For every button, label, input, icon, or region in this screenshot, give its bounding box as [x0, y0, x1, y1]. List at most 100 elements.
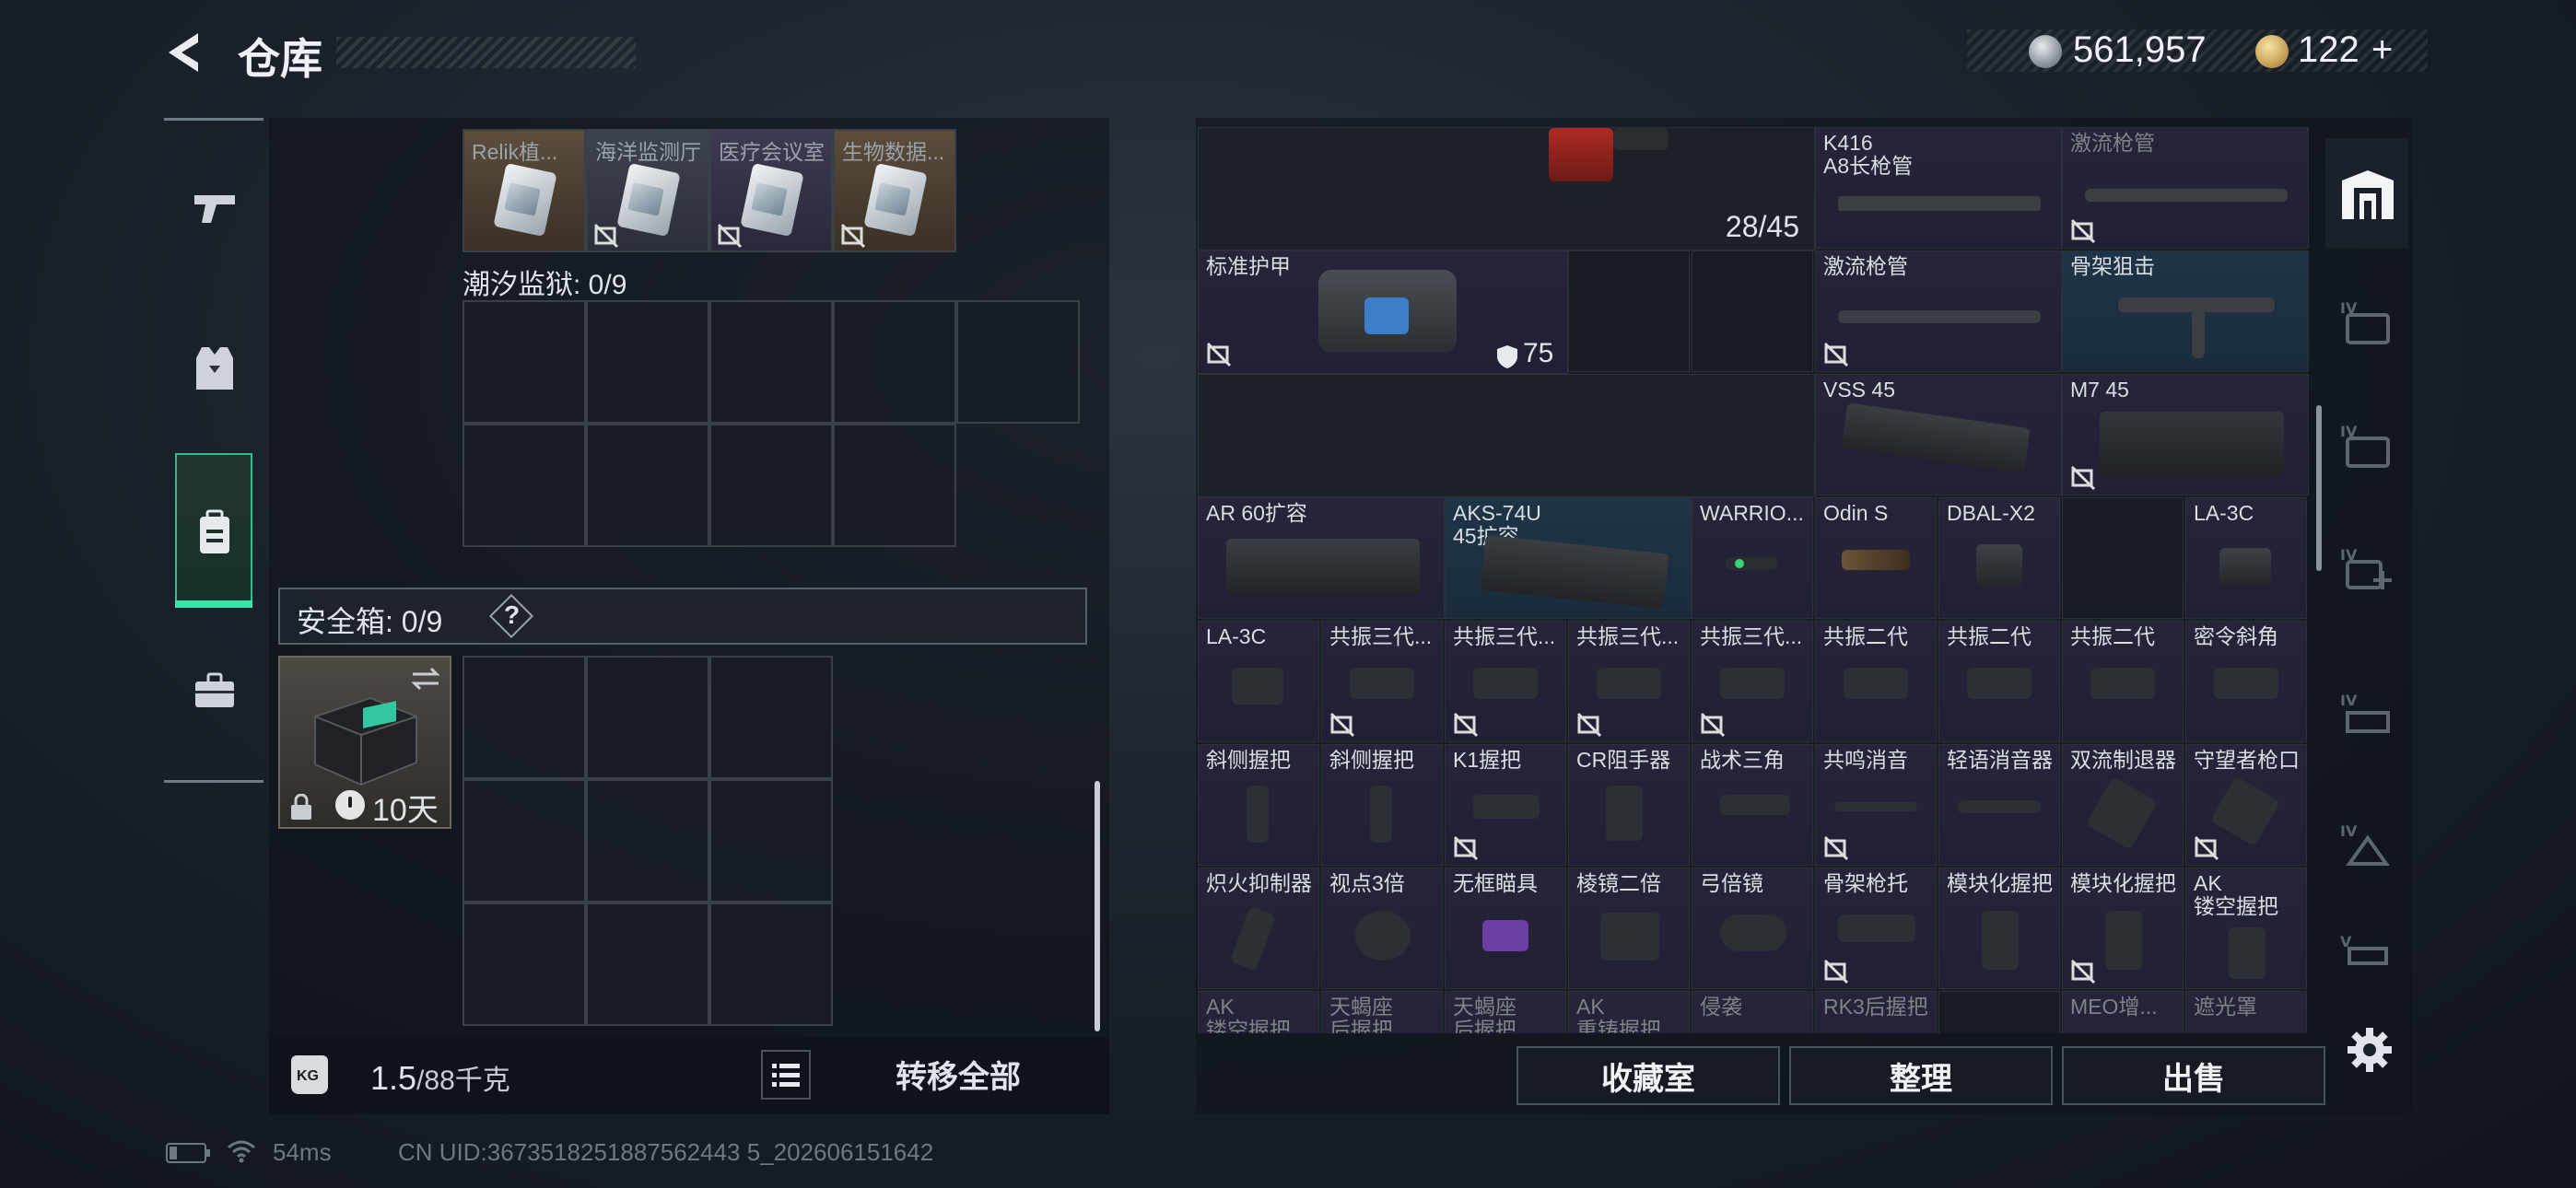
grid-item[interactable]: 天蝎座 后握把: [1445, 991, 1566, 1033]
list-view-button[interactable]: [761, 1050, 811, 1100]
grid-item[interactable]: AK 镂空握把: [1198, 991, 1319, 1033]
grid-item[interactable]: 天蝎座 后握把: [1321, 991, 1443, 1033]
keycard-slot[interactable]: 生物数据...: [833, 129, 956, 252]
safe-slot[interactable]: [709, 656, 833, 779]
safe-slot[interactable]: [709, 779, 833, 903]
empty-slot[interactable]: [1938, 991, 2060, 1033]
nav-backpack[interactable]: [173, 486, 256, 578]
grid-item[interactable]: 棱镜二倍: [1568, 868, 1690, 989]
left-scrollbar[interactable]: [1095, 781, 1100, 1031]
swap-icon[interactable]: [409, 665, 442, 693]
grid-item[interactable]: 模块化握把: [1938, 868, 2060, 989]
empty-slot[interactable]: [956, 300, 1080, 424]
grid-item[interactable]: 骨架枪托: [1815, 868, 1937, 989]
empty-slot[interactable]: [586, 300, 709, 424]
empty-slot[interactable]: [833, 300, 956, 424]
sell-button[interactable]: 出售: [2062, 1046, 2325, 1105]
safe-slot[interactable]: [463, 903, 586, 1026]
grid-item[interactable]: 侵袭: [1692, 991, 1813, 1033]
grid-item[interactable]: 共振二代: [1815, 621, 1937, 742]
item-stock[interactable]: 骨架狙击: [2062, 250, 2309, 372]
keycard-slot[interactable]: 医疗会议室: [709, 129, 833, 252]
grid-item[interactable]: 轻语消音器: [1938, 744, 2060, 866]
grid-item[interactable]: 斜侧握把: [1321, 744, 1443, 866]
item-odin[interactable]: Odin S: [1815, 497, 1937, 619]
safe-slot[interactable]: [586, 656, 709, 779]
keycard-slot[interactable]: 海洋监测厅: [586, 129, 709, 252]
item-vss-mag[interactable]: VSS 45: [1815, 374, 2062, 495]
grid-item[interactable]: RK3后握把: [1815, 991, 1937, 1033]
grid-item[interactable]: 密令斜角: [2185, 621, 2307, 742]
grid-item[interactable]: K1握把: [1445, 744, 1566, 866]
item-label: 棱镜二倍: [1576, 871, 1661, 895]
safe-slot[interactable]: [586, 779, 709, 903]
vest-icon: [196, 347, 233, 390]
safe-slot[interactable]: [463, 656, 586, 779]
empty-slot[interactable]: [1692, 250, 1813, 372]
organize-button[interactable]: 整理: [1789, 1046, 2053, 1105]
safe-slot[interactable]: [463, 779, 586, 903]
empty-slot[interactable]: [709, 424, 833, 547]
side-tab-weapon-case[interactable]: IV: [2331, 267, 2405, 376]
grid-item[interactable]: 遮光罩: [2185, 991, 2307, 1033]
item-warrior[interactable]: WARRIO...: [1692, 497, 1813, 619]
side-tab-misc[interactable]: V: [2331, 912, 2405, 985]
nav-armor[interactable]: [173, 322, 256, 414]
empty-slot[interactable]: [2062, 497, 2184, 619]
item-barrel[interactable]: 激流枪管: [2062, 127, 2309, 249]
grid-item[interactable]: 共振三代...: [1692, 621, 1813, 742]
grid-item[interactable]: MEO增...: [2062, 991, 2184, 1033]
grid-item[interactable]: 战术三角: [1692, 744, 1813, 866]
grid-item[interactable]: AK 镂空握把: [2185, 868, 2307, 989]
gear-icon[interactable]: [2344, 1024, 2395, 1076]
grid-item[interactable]: 共振二代: [1938, 621, 2060, 742]
right-scrollbar[interactable]: [2316, 405, 2322, 571]
grid-item[interactable]: 斜侧握把: [1198, 744, 1319, 866]
side-tab-all[interactable]: [2331, 140, 2405, 249]
keycard-slot[interactable]: Relik植...: [463, 129, 586, 252]
grid-item[interactable]: 守望者枪口: [2185, 744, 2307, 866]
nav-toolbox[interactable]: [173, 645, 256, 737]
empty-slot[interactable]: [1568, 250, 1690, 372]
empty-slot[interactable]: [709, 300, 833, 424]
item-barrel[interactable]: 激流枪管: [1815, 250, 2062, 372]
grid-item[interactable]: CR阻手器: [1568, 744, 1690, 866]
item-image: [1606, 786, 1643, 841]
weapon-item[interactable]: 28/45: [1198, 127, 1815, 250]
item-ar60-mag[interactable]: AR 60扩容: [1198, 497, 1445, 619]
grid-item[interactable]: 双流制退器: [2062, 744, 2184, 866]
item-dbal[interactable]: DBAL-X2: [1938, 497, 2060, 619]
empty-slot[interactable]: [463, 300, 586, 424]
grid-item[interactable]: 共振三代...: [1568, 621, 1690, 742]
empty-slot[interactable]: [833, 424, 956, 547]
grid-item[interactable]: 共振三代...: [1321, 621, 1443, 742]
grid-item[interactable]: AK 重铸握把: [1568, 991, 1690, 1033]
grid-item[interactable]: 共振二代: [2062, 621, 2184, 742]
grid-item[interactable]: 无框瞄具: [1445, 868, 1566, 989]
item-k416-barrel[interactable]: K416 A8长枪管: [1815, 127, 2062, 249]
grid-item[interactable]: 模块化握把: [2062, 868, 2184, 989]
grid-item[interactable]: 共鸣消音: [1815, 744, 1937, 866]
side-tab-gear[interactable]: IV: [2331, 659, 2405, 768]
grid-item[interactable]: LA-3C: [1198, 621, 1319, 742]
grid-item[interactable]: 炽火抑制器: [1198, 868, 1319, 989]
side-tab-ammo-case[interactable]: IV: [2331, 390, 2405, 499]
grid-item[interactable]: 共振三代...: [1445, 621, 1566, 742]
safe-slot[interactable]: [709, 903, 833, 1026]
empty-slot[interactable]: [586, 424, 709, 547]
add-gold-button[interactable]: +: [2371, 29, 2393, 71]
back-icon[interactable]: [161, 29, 207, 76]
safe-slot[interactable]: [586, 903, 709, 1026]
grid-item[interactable]: 视点3倍: [1321, 868, 1443, 989]
item-m7-mag[interactable]: M7 45: [2062, 374, 2309, 495]
side-tab-keys[interactable]: IV: [2331, 790, 2405, 899]
collection-button[interactable]: 收藏室: [1516, 1046, 1780, 1105]
empty-slot[interactable]: [463, 424, 586, 547]
grid-item[interactable]: 弓倍镜: [1692, 868, 1813, 989]
transfer-all-button[interactable]: 转移全部: [829, 1041, 1087, 1107]
item-aks-mag[interactable]: AKS-74U 45扩容: [1445, 497, 1692, 619]
item-armor[interactable]: 标准护甲 75: [1198, 250, 1568, 374]
item-la3c[interactable]: LA-3C: [2185, 497, 2307, 619]
nav-weapons[interactable]: [173, 162, 256, 254]
side-tab-medical[interactable]: IV: [2331, 514, 2405, 623]
